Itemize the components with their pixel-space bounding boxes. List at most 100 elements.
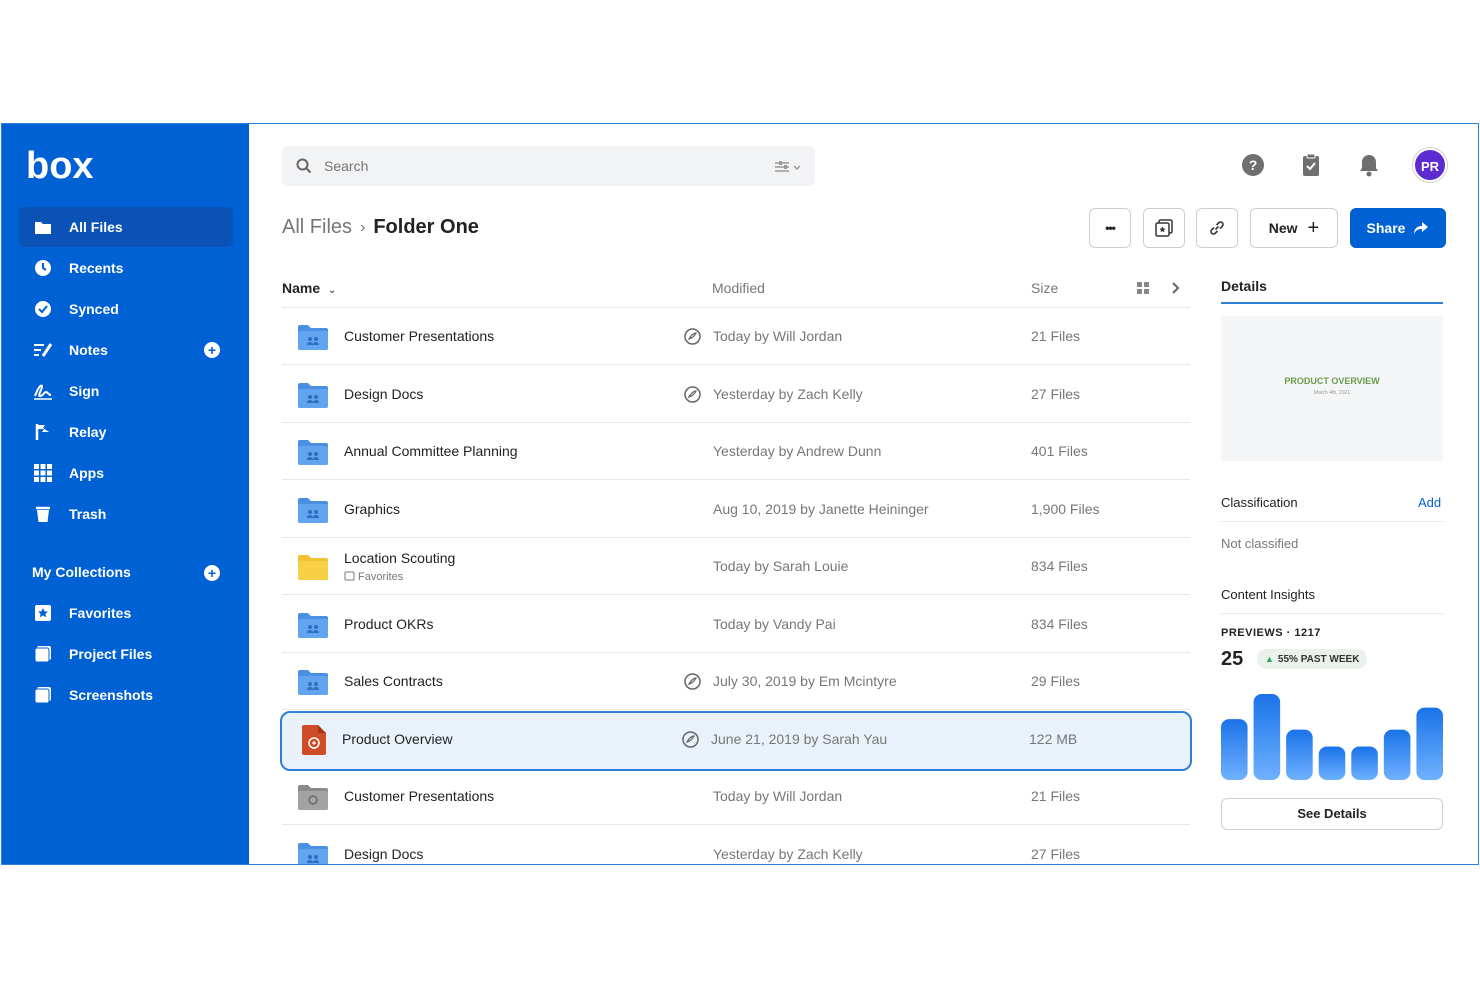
sidebar-item-sign[interactable]: Sign bbox=[19, 371, 233, 411]
svg-text:?: ? bbox=[1249, 157, 1258, 173]
chart-bar bbox=[1318, 746, 1346, 780]
table-row[interactable]: Sales Contracts July 30, 2019 by Em Mcint… bbox=[282, 653, 1190, 710]
table-row[interactable]: Design Docs Yesterday by Zach Kelly 27 Fil… bbox=[282, 366, 1190, 423]
file-name[interactable]: Design Docs bbox=[344, 386, 423, 402]
sidebar-item-all-files[interactable]: All Files bbox=[19, 207, 233, 247]
breadcrumb-root[interactable]: All Files bbox=[282, 216, 352, 239]
see-details-button[interactable]: See Details bbox=[1221, 798, 1443, 830]
check-circle-icon bbox=[33, 299, 53, 319]
chart-bar bbox=[1383, 729, 1411, 780]
file-name[interactable]: Design Docs bbox=[344, 846, 423, 862]
file-name[interactable]: Annual Committee Planning bbox=[344, 443, 518, 459]
previews-bar-chart bbox=[1221, 694, 1443, 780]
sidebar-item-trash[interactable]: Trash bbox=[19, 494, 233, 534]
file-name[interactable]: Location Scouting bbox=[344, 550, 455, 566]
chart-bar bbox=[1253, 694, 1281, 780]
classification-add-link[interactable]: Add bbox=[1418, 495, 1441, 510]
file-name[interactable]: Graphics bbox=[344, 501, 400, 517]
share-arrow-icon bbox=[1414, 222, 1429, 234]
shared-folder-icon bbox=[298, 842, 328, 864]
table-row[interactable]: Customer Presentations Today by Will Jord… bbox=[282, 768, 1190, 825]
preview-title: PRODUCT OVERVIEW bbox=[1284, 376, 1380, 386]
link-icon bbox=[1210, 221, 1224, 235]
grid-view-icon[interactable] bbox=[1136, 281, 1150, 295]
help-icon[interactable]: ? bbox=[1241, 153, 1265, 177]
chart-bar bbox=[1351, 746, 1378, 780]
file-name[interactable]: Product Overview bbox=[342, 731, 452, 747]
add-to-collection-button[interactable] bbox=[1143, 208, 1185, 248]
grid-icon bbox=[33, 463, 53, 483]
divider bbox=[1221, 521, 1443, 522]
column-header-name[interactable]: Name ⌄ bbox=[282, 280, 336, 296]
column-header-size[interactable]: Size bbox=[1031, 280, 1058, 296]
table-row[interactable]: Product OKRs Today by Vandy Pai 834 Files bbox=[282, 596, 1190, 653]
share-button[interactable]: Share bbox=[1350, 208, 1446, 248]
search-input[interactable] bbox=[324, 158, 754, 174]
collaboration-icon bbox=[684, 328, 701, 345]
tasks-icon[interactable] bbox=[1299, 153, 1323, 177]
table-row[interactable]: Customer Presentations Today by Will Jord… bbox=[282, 308, 1190, 365]
divider bbox=[1221, 613, 1443, 614]
box-logo[interactable]: box bbox=[26, 146, 96, 186]
file-size: 1,900 Files bbox=[1031, 500, 1100, 517]
trend-up-icon: ▲ bbox=[1265, 654, 1274, 664]
copy-link-button[interactable] bbox=[1196, 208, 1238, 248]
file-name[interactable]: Customer Presentations bbox=[344, 328, 494, 344]
table-row[interactable]: Graphics Aug 10, 2019 by Janette Heininge… bbox=[282, 481, 1190, 538]
sidebar: box All Files Recents Synced Notes + Sig… bbox=[2, 124, 249, 864]
classification-value: Not classified bbox=[1221, 536, 1299, 551]
details-tab-underline bbox=[1221, 302, 1443, 304]
add-collection-icon[interactable]: + bbox=[204, 565, 220, 581]
file-name[interactable]: Sales Contracts bbox=[344, 673, 443, 689]
new-button[interactable]: New + bbox=[1250, 208, 1338, 248]
file-modified: June 21, 2019 by Sarah Yau bbox=[711, 730, 888, 747]
table-row[interactable]: Location Scouting Favorites Today by Sarah… bbox=[282, 538, 1190, 595]
file-size: 27 Files bbox=[1031, 845, 1081, 862]
sidebar-item-apps[interactable]: Apps bbox=[19, 453, 233, 493]
file-name[interactable]: Customer Presentations bbox=[344, 788, 494, 804]
file-modified: Today by Vandy Pai bbox=[713, 615, 836, 632]
file-size: 29 Files bbox=[1031, 673, 1081, 689]
external-folder-icon bbox=[298, 784, 328, 810]
shared-folder-icon bbox=[298, 612, 328, 638]
sidebar-collection-project-files[interactable]: Project Files bbox=[19, 634, 233, 674]
notifications-bell-icon[interactable] bbox=[1357, 153, 1381, 177]
shared-folder-icon bbox=[298, 497, 328, 523]
add-note-icon[interactable]: + bbox=[204, 342, 220, 358]
sidebar-item-relay[interactable]: Relay bbox=[19, 412, 233, 452]
sidebar-item-notes[interactable]: Notes + bbox=[19, 330, 233, 370]
previews-week-value: 25 bbox=[1221, 648, 1244, 670]
sidebar-item-label: All Files bbox=[69, 219, 123, 235]
signature-icon bbox=[33, 381, 53, 401]
search-icon bbox=[296, 158, 312, 174]
file-modified: Today by Sarah Louie bbox=[713, 558, 849, 574]
user-avatar[interactable]: PR bbox=[1413, 148, 1447, 182]
collaboration-icon bbox=[684, 385, 701, 403]
search-bar[interactable] bbox=[282, 146, 815, 186]
sidebar-collection-favorites[interactable]: Favorites bbox=[19, 593, 233, 633]
sidebar-item-label: Synced bbox=[69, 301, 119, 317]
file-preview-thumbnail[interactable]: PRODUCT OVERVIEW March 4th, 2021 bbox=[1221, 316, 1443, 461]
plus-icon: + bbox=[1307, 216, 1320, 239]
table-row[interactable]: Design Docs Yesterday by Zach Kelly 27 Fil… bbox=[282, 826, 1190, 864]
details-tab[interactable]: Details bbox=[1221, 278, 1267, 294]
column-header-modified[interactable]: Modified bbox=[712, 280, 765, 296]
file-collection-tag: Favorites bbox=[344, 571, 403, 583]
file-size: 21 Files bbox=[1031, 788, 1081, 804]
breadcrumb-separator: › bbox=[360, 218, 366, 236]
chevron-right-icon[interactable] bbox=[1170, 281, 1182, 295]
sidebar-collection-screenshots[interactable]: Screenshots bbox=[19, 675, 233, 715]
clock-icon bbox=[33, 258, 53, 278]
ellipsis-icon: ••• bbox=[1105, 221, 1116, 235]
table-row[interactable]: Product Overview June 21, 2019 by Sarah Y… bbox=[280, 710, 1192, 771]
folder-icon bbox=[298, 554, 328, 580]
table-row[interactable]: Annual Committee Planning Yesterday by An… bbox=[282, 423, 1190, 480]
file-size: 834 Files bbox=[1031, 558, 1088, 574]
sidebar-item-synced[interactable]: Synced bbox=[19, 289, 233, 329]
sidebar-item-recents[interactable]: Recents bbox=[19, 248, 233, 288]
file-name[interactable]: Product OKRs bbox=[344, 616, 433, 632]
file-size: 401 Files bbox=[1031, 443, 1088, 459]
search-filter-icon[interactable] bbox=[773, 158, 803, 174]
chevron-down-icon: ⌄ bbox=[328, 285, 337, 296]
more-options-button[interactable]: ••• bbox=[1089, 208, 1131, 248]
